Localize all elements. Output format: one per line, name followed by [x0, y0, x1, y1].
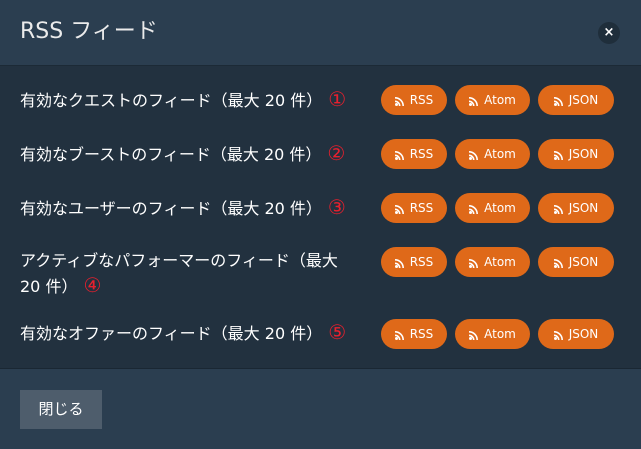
rss-button-label: RSS: [409, 93, 434, 107]
rss-feed-icon: [469, 205, 479, 214]
marker-5: ⑤: [328, 320, 347, 344]
feed-label: 有効なクエストのフィード（最大 20 件） ①: [20, 87, 350, 113]
json-button[interactable]: JSON: [538, 85, 614, 115]
rss-feed-icon: [469, 331, 479, 340]
rss-button-label: RSS: [409, 201, 434, 215]
feed-label: 有効なブーストのフィード（最大 20 件） ②: [20, 141, 350, 167]
marker-4: ④: [83, 273, 102, 297]
rss-button[interactable]: RSS: [381, 319, 447, 349]
atom-button[interactable]: Atom: [455, 319, 530, 349]
rss-feed-icon: [553, 97, 563, 106]
json-button[interactable]: JSON: [538, 193, 614, 223]
json-button[interactable]: JSON: [538, 247, 614, 277]
rss-feed-icon: [469, 151, 479, 160]
marker-2: ②: [327, 141, 346, 165]
close-button[interactable]: 閉じる: [20, 390, 102, 429]
atom-button[interactable]: Atom: [455, 139, 530, 169]
rss-button-label: RSS: [409, 255, 434, 269]
atom-button-label: Atom: [484, 147, 516, 161]
feed-label-text: 有効なオファーのフィード（最大 20 件）: [20, 324, 323, 343]
atom-button[interactable]: Atom: [455, 85, 530, 115]
rss-feed-icon: [394, 97, 404, 106]
rss-feed-icon: [553, 331, 563, 340]
rss-feed-modal: RSS フィード × 有効なクエストのフィード（最大 20 件） ① RSS At…: [0, 0, 641, 449]
feed-label: 有効なユーザーのフィード（最大 20 件） ③: [20, 195, 350, 221]
rss-feed-icon: [394, 259, 404, 268]
atom-button[interactable]: Atom: [455, 247, 530, 277]
feed-label-text: 有効なユーザーのフィード（最大 20 件）: [20, 199, 322, 218]
atom-button-label: Atom: [484, 93, 516, 107]
rss-button-label: RSS: [409, 327, 434, 341]
atom-button-label: Atom: [484, 255, 516, 269]
json-button-label: JSON: [568, 93, 599, 107]
rss-feed-icon: [469, 97, 479, 106]
rss-feed-icon: [553, 205, 563, 214]
atom-button-label: Atom: [484, 327, 516, 341]
feed-label: アクティブなパフォーマーのフィード（最大 20 件） ④: [20, 249, 350, 299]
rss-feed-icon: [553, 259, 563, 268]
json-button-label: JSON: [568, 147, 599, 161]
rss-button[interactable]: RSS: [381, 139, 447, 169]
rss-feed-icon: [394, 151, 404, 160]
modal-body: 有効なクエストのフィード（最大 20 件） ① RSS Atom JSON 有効な…: [0, 66, 641, 369]
modal-footer: 閉じる: [0, 369, 641, 449]
feed-label-line2: 20 件）: [20, 277, 78, 296]
modal-header: RSS フィード ×: [0, 0, 641, 66]
feed-label: 有効なオファーのフィード（最大 20 件） ⑤: [20, 320, 350, 346]
feed-label-text: 有効なブーストのフィード（最大 20 件）: [20, 145, 322, 164]
atom-button-label: Atom: [484, 201, 516, 215]
marker-1: ①: [328, 87, 347, 111]
json-button-label: JSON: [568, 255, 599, 269]
json-button[interactable]: JSON: [538, 319, 614, 349]
rss-button[interactable]: RSS: [381, 85, 447, 115]
rss-feed-icon: [394, 331, 404, 340]
rss-feed-icon: [469, 259, 479, 268]
rss-button[interactable]: RSS: [381, 247, 447, 277]
feed-label-line1: アクティブなパフォーマーのフィード（最大: [20, 251, 338, 270]
rss-feed-icon: [394, 205, 404, 214]
marker-3: ③: [327, 195, 346, 219]
close-icon[interactable]: ×: [598, 22, 620, 44]
modal-title: RSS フィード: [20, 19, 158, 44]
atom-button[interactable]: Atom: [455, 193, 530, 223]
rss-button-label: RSS: [409, 147, 434, 161]
json-button[interactable]: JSON: [538, 139, 614, 169]
feed-label-text: 有効なクエストのフィード（最大 20 件）: [20, 91, 323, 110]
json-button-label: JSON: [568, 201, 599, 215]
rss-button[interactable]: RSS: [381, 193, 447, 223]
rss-feed-icon: [553, 151, 563, 160]
json-button-label: JSON: [568, 327, 599, 341]
